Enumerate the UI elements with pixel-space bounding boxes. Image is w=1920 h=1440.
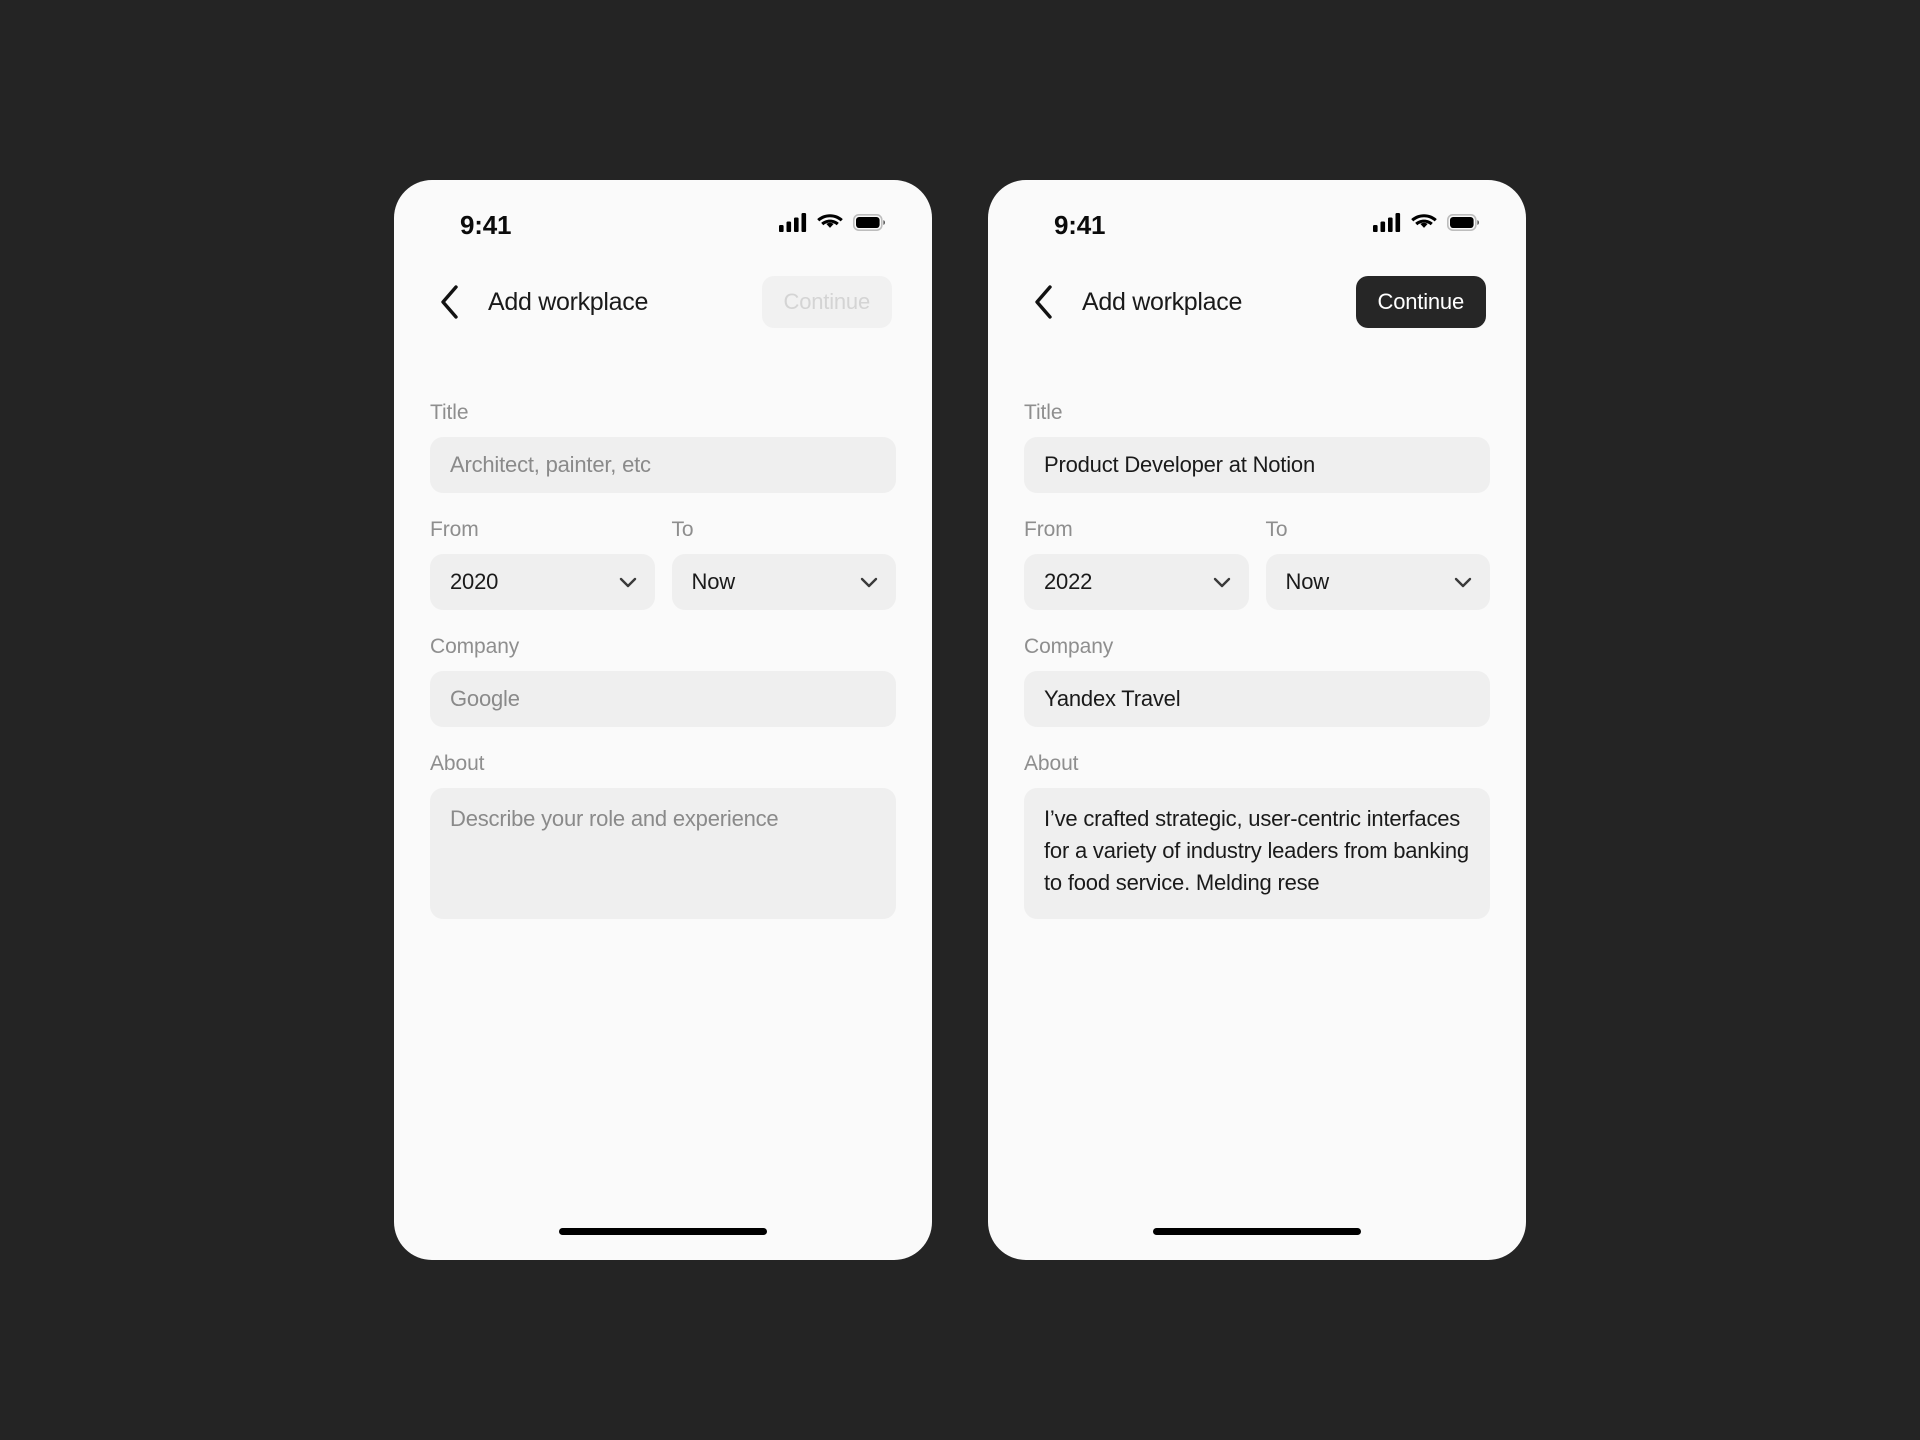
navigation-bar: Add workplace Continue (988, 254, 1526, 350)
from-field: From 2020 (430, 517, 655, 610)
company-label: Company (1024, 635, 1114, 658)
add-workplace-form: Title Product Developer at Notion From 2… (988, 350, 1526, 919)
chevron-down-icon (1213, 577, 1231, 588)
from-label: From (430, 518, 479, 541)
to-field: To Now (671, 517, 896, 610)
title-input[interactable]: Architect, painter, etc (430, 437, 896, 493)
about-label: About (430, 752, 485, 775)
add-workplace-form: Title Architect, painter, etc From 2020 (394, 350, 932, 919)
about-textarea[interactable]: Describe your role and experience (430, 788, 896, 919)
title-field: Title Architect, painter, etc (430, 400, 896, 493)
from-label: From (1024, 518, 1073, 541)
canvas: 9:41 Add workplace Continue Title Archit… (0, 0, 1920, 1440)
from-select-value: 2020 (450, 569, 499, 594)
wifi-icon (1411, 213, 1437, 232)
title-input[interactable]: Product Developer at Notion (1024, 437, 1490, 493)
to-label: To (1265, 518, 1288, 541)
to-label: To (671, 518, 694, 541)
back-button[interactable] (1021, 280, 1065, 324)
status-bar: 9:41 (988, 180, 1526, 254)
from-select[interactable]: 2022 (1024, 554, 1249, 610)
chevron-down-icon (860, 577, 878, 588)
status-bar-icons (779, 210, 892, 232)
to-select[interactable]: Now (671, 554, 896, 610)
chevron-left-icon (439, 285, 459, 319)
date-range-row: From 2020 To Now (430, 517, 896, 610)
home-indicator (559, 1228, 767, 1235)
page-title: Add workplace (1082, 287, 1243, 316)
continue-button[interactable]: Continue (1355, 276, 1486, 328)
status-bar: 9:41 (394, 180, 932, 254)
about-field: About Describe your role and experience (430, 751, 896, 919)
title-label: Title (430, 401, 469, 424)
phone-screen-empty-state: 9:41 Add workplace Continue Title Archit… (394, 180, 932, 1260)
from-field: From 2022 (1024, 517, 1249, 610)
to-select-value: Now (1285, 569, 1330, 594)
home-indicator (1153, 1228, 1361, 1235)
about-textarea[interactable]: I’ve crafted strategic, user-centric int… (1024, 788, 1490, 919)
from-select[interactable]: 2020 (430, 554, 655, 610)
navigation-bar: Add workplace Continue (394, 254, 932, 350)
back-button[interactable] (427, 280, 471, 324)
page-title: Add workplace (488, 287, 649, 316)
about-field: About I’ve crafted strategic, user-centr… (1024, 751, 1490, 919)
status-bar-time: 9:41 (460, 210, 512, 240)
chevron-down-icon (619, 577, 637, 588)
chevron-down-icon (1454, 577, 1472, 588)
battery-icon (1447, 214, 1480, 231)
status-bar-icons (1373, 210, 1486, 232)
chevron-left-icon (1033, 285, 1053, 319)
from-select-value: 2022 (1044, 569, 1093, 594)
company-input[interactable]: Yandex Travel (1024, 671, 1490, 727)
title-field: Title Product Developer at Notion (1024, 400, 1490, 493)
status-bar-time: 9:41 (1054, 210, 1106, 240)
cellular-signal-icon (1373, 213, 1401, 232)
to-field: To Now (1265, 517, 1490, 610)
wifi-icon (817, 213, 843, 232)
cellular-signal-icon (779, 213, 807, 232)
phone-screen-filled-state: 9:41 Add workplace Continue Title Produc… (988, 180, 1526, 1260)
to-select-value: Now (691, 569, 736, 594)
battery-icon (853, 214, 886, 231)
to-select[interactable]: Now (1265, 554, 1490, 610)
date-range-row: From 2022 To Now (1024, 517, 1490, 610)
title-label: Title (1024, 401, 1063, 424)
company-field: Company Yandex Travel (1024, 634, 1490, 727)
continue-button[interactable]: Continue (761, 276, 892, 328)
company-field: Company Google (430, 634, 896, 727)
company-label: Company (430, 635, 520, 658)
about-label: About (1024, 752, 1079, 775)
company-input[interactable]: Google (430, 671, 896, 727)
